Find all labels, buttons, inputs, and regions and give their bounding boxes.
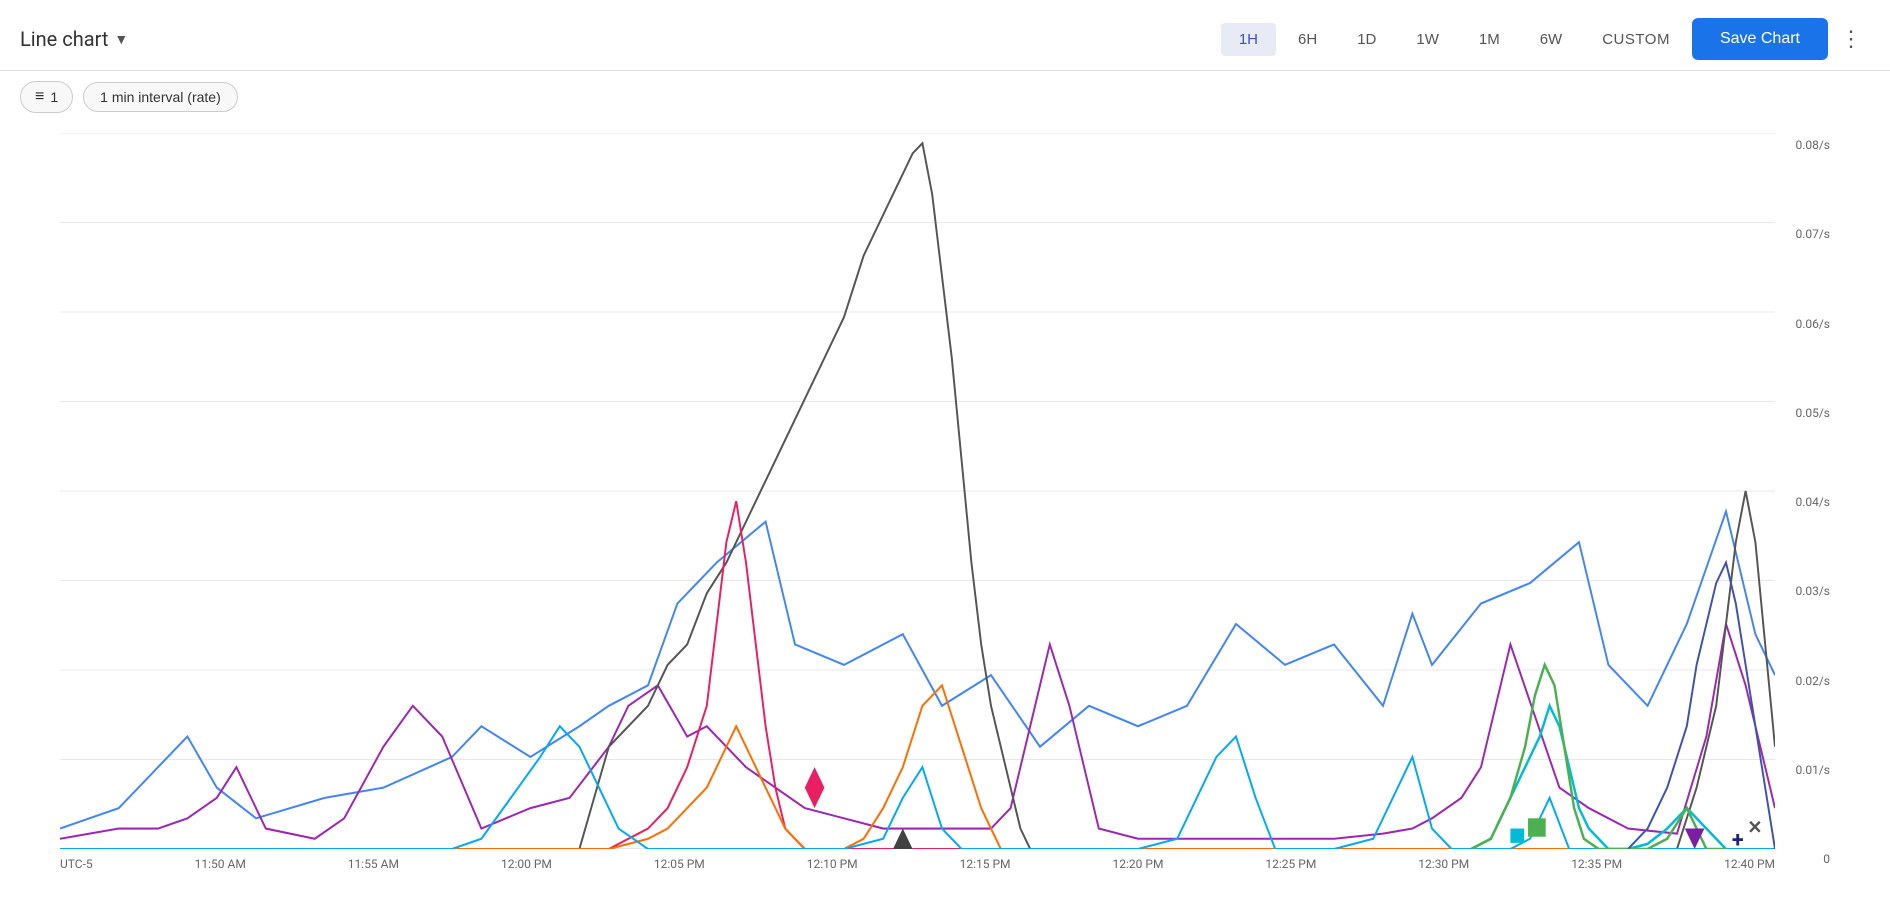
- time-btn-1d[interactable]: 1D: [1339, 23, 1394, 56]
- x-axis: UTC-5 11:50 AM 11:55 AM 12:00 PM 12:05 P…: [60, 849, 1775, 871]
- chart-title-text: Line chart: [20, 27, 108, 51]
- filter-button[interactable]: ≡ 1: [20, 81, 73, 113]
- save-chart-button[interactable]: Save Chart: [1692, 18, 1828, 60]
- chart-container: 0.08/s 0.07/s 0.06/s 0.05/s 0.04/s 0.03/…: [30, 133, 1830, 871]
- chart-type-dropdown-icon[interactable]: ▼: [114, 31, 128, 48]
- chart-svg: + ✕: [60, 133, 1775, 849]
- y-label-8: 0.08/s: [1775, 138, 1830, 152]
- marker-plus: +: [1732, 828, 1744, 849]
- time-controls: 1H 6H 1D 1W 1M 6W CUSTOM Save Chart ⋮: [1221, 18, 1870, 60]
- filter-icon: ≡: [35, 88, 44, 106]
- time-btn-6h[interactable]: 6H: [1280, 23, 1335, 56]
- time-btn-1w[interactable]: 1W: [1398, 23, 1457, 56]
- x-label-1210: 12:10 PM: [807, 857, 858, 871]
- x-label-1220: 12:20 PM: [1113, 857, 1164, 871]
- x-label-1230: 12:30 PM: [1418, 857, 1469, 871]
- y-label-4: 0.04/s: [1775, 495, 1830, 509]
- y-label-2: 0.02/s: [1775, 674, 1830, 688]
- x-label-1215: 12:15 PM: [960, 857, 1011, 871]
- x-label-utc: UTC-5: [60, 857, 93, 871]
- marker-square-teal: [1510, 829, 1524, 843]
- chart-area: 0.08/s 0.07/s 0.06/s 0.05/s 0.04/s 0.03/…: [0, 123, 1890, 911]
- marker-x: ✕: [1748, 817, 1763, 838]
- y-label-3: 0.03/s: [1775, 584, 1830, 598]
- x-label-1155: 11:55 AM: [348, 857, 399, 871]
- filter-count: 1: [50, 89, 58, 105]
- x-label-1200: 12:00 PM: [501, 857, 552, 871]
- marker-diamond-pink: [805, 767, 825, 808]
- y-label-0: 0: [1775, 852, 1830, 866]
- time-btn-1h[interactable]: 1H: [1221, 23, 1276, 56]
- time-btn-custom[interactable]: CUSTOM: [1584, 23, 1688, 56]
- x-label-1205: 12:05 PM: [654, 857, 705, 871]
- x-label-1240: 12:40 PM: [1724, 857, 1775, 871]
- marker-square-green: [1528, 818, 1546, 836]
- y-label-5: 0.05/s: [1775, 406, 1830, 420]
- x-label-1235: 12:35 PM: [1571, 857, 1622, 871]
- y-label-7: 0.07/s: [1775, 227, 1830, 241]
- y-label-1: 0.01/s: [1775, 763, 1830, 777]
- x-label-1225: 12:25 PM: [1265, 857, 1316, 871]
- more-options-button[interactable]: ⋮: [1832, 22, 1870, 56]
- time-btn-6w[interactable]: 6W: [1522, 23, 1581, 56]
- y-axis: 0.08/s 0.07/s 0.06/s 0.05/s 0.04/s 0.03/…: [1775, 133, 1830, 871]
- x-label-1150: 11:50 AM: [195, 857, 246, 871]
- top-bar: Line chart ▼ 1H 6H 1D 1W 1M 6W CUSTOM Sa…: [0, 0, 1890, 71]
- chart-title: Line chart ▼: [20, 27, 1209, 51]
- sub-bar: ≡ 1 1 min interval (rate): [0, 71, 1890, 123]
- y-label-6: 0.06/s: [1775, 317, 1830, 331]
- interval-button[interactable]: 1 min interval (rate): [83, 82, 238, 112]
- marker-triangle-down: [893, 829, 913, 849]
- time-btn-1m[interactable]: 1M: [1461, 23, 1518, 56]
